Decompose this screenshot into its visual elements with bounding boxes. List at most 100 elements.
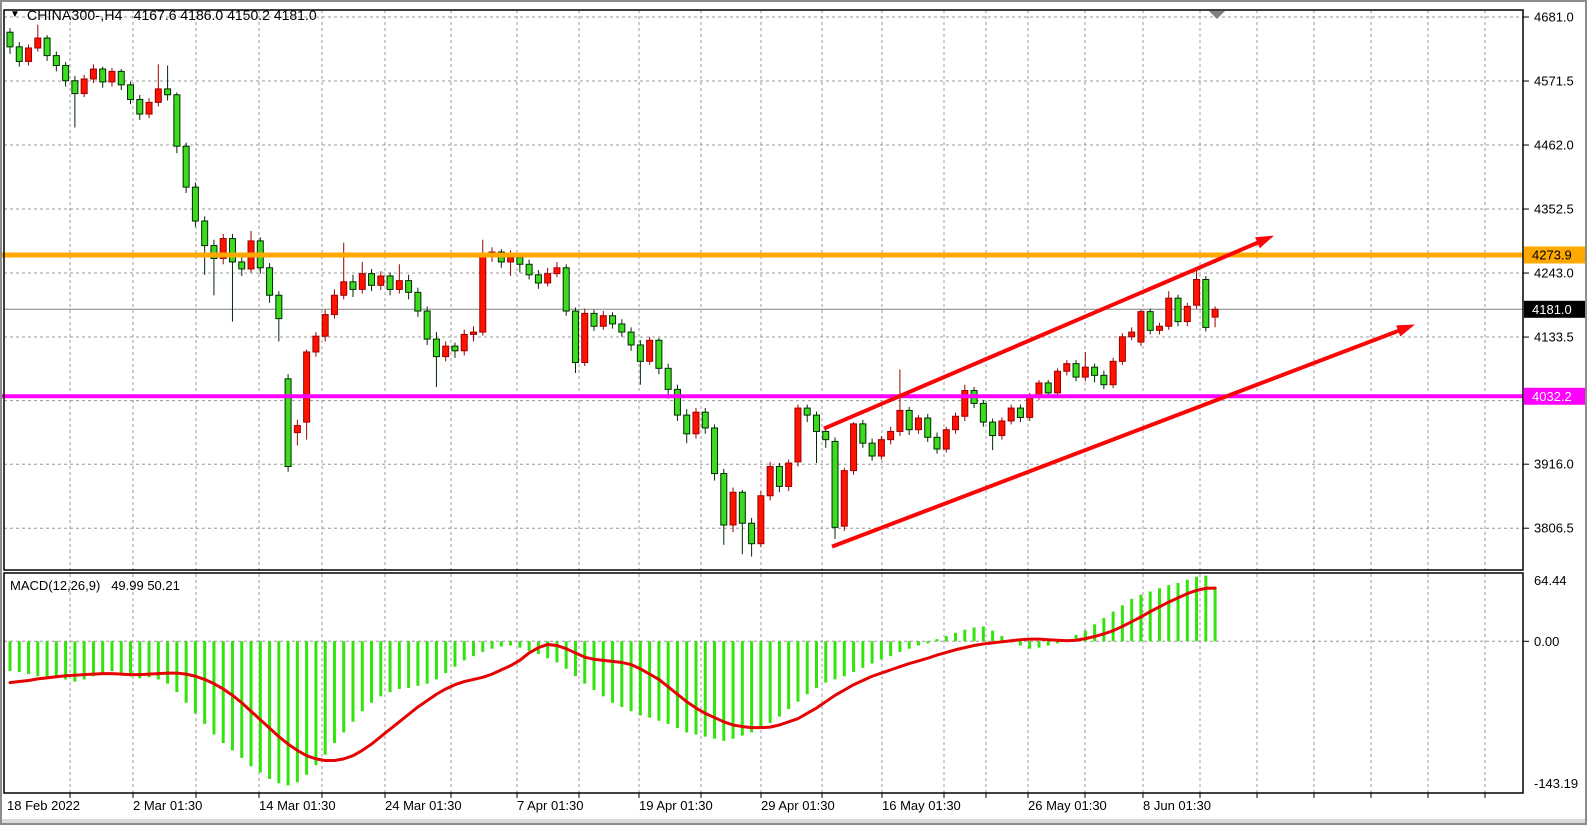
candle-body	[7, 32, 13, 47]
svg-text:0.00: 0.00	[1534, 634, 1559, 649]
svg-text:4352.5: 4352.5	[1534, 202, 1574, 217]
candle-body	[953, 416, 959, 429]
chart-window: 4681.0 4571.5 4462.0 4352.5 4243.0 4133.5 3916…	[0, 0, 1587, 825]
candle-body	[1082, 367, 1088, 377]
svg-text:24 Mar 01:30: 24 Mar 01:30	[385, 798, 462, 813]
candle-body	[693, 412, 699, 434]
candlestick-series	[7, 25, 1218, 557]
symbol-period-label: CHINA300-,H4	[27, 7, 123, 23]
candle-body	[1184, 306, 1190, 321]
candle-body	[304, 352, 310, 422]
candle-body	[610, 316, 616, 324]
resistance-price-label: 4273.9	[1524, 246, 1585, 263]
candle-body	[443, 346, 449, 357]
svg-text:19 Apr 01:30: 19 Apr 01:30	[639, 798, 713, 813]
candle-body	[1008, 408, 1014, 421]
candle-body	[341, 282, 347, 295]
candle-body	[155, 89, 161, 102]
candle-body	[433, 339, 439, 357]
support-price-label: 4032.2	[1524, 388, 1585, 405]
candle-body	[1017, 408, 1023, 417]
candle-body	[322, 315, 328, 337]
candle-body	[795, 408, 801, 462]
candle-body	[804, 408, 810, 415]
svg-text:3916.0: 3916.0	[1534, 457, 1574, 472]
candle-body	[656, 340, 662, 368]
svg-text:4571.5: 4571.5	[1534, 74, 1574, 89]
macd-current-values: 49.99 50.21	[111, 578, 180, 593]
candle-body	[647, 340, 653, 361]
chevron-down-icon[interactable]: ▼	[10, 10, 20, 20]
candle-body	[526, 264, 532, 275]
time-axis[interactable]: 18 Feb 20222 Mar 01:3014 Mar 01:3024 Mar…	[7, 793, 1485, 813]
candle-body	[897, 410, 903, 431]
svg-text:8 Jun 01:30: 8 Jun 01:30	[1143, 798, 1211, 813]
candle-body	[1175, 298, 1181, 321]
candle-body	[44, 38, 50, 56]
svg-text:26 May 01:30: 26 May 01:30	[1028, 798, 1107, 813]
candle-body	[684, 415, 690, 434]
candle-body	[1092, 367, 1098, 375]
candle-body	[1073, 364, 1079, 377]
svg-text:64.44: 64.44	[1534, 573, 1567, 588]
price-axis[interactable]: 4681.0 4571.5 4462.0 4352.5 4243.0 4133.5 3916…	[1523, 10, 1585, 536]
candle-body	[192, 187, 198, 221]
macd-indicator-label: MACD(12,26,9) 49.99 50.21	[10, 578, 180, 593]
candle-body	[406, 281, 412, 293]
candle-body	[471, 332, 477, 334]
candle-body	[72, 81, 78, 94]
candle-body	[387, 276, 393, 289]
candle-body	[1203, 279, 1209, 327]
candle-body	[100, 69, 106, 82]
svg-text:18 Feb 2022: 18 Feb 2022	[7, 798, 80, 813]
svg-text:4133.5: 4133.5	[1534, 330, 1574, 345]
candle-body	[915, 418, 921, 430]
candle-body	[739, 492, 745, 523]
candle-body	[572, 311, 578, 362]
candle-body	[461, 334, 467, 350]
candle-body	[118, 71, 124, 84]
candle-body	[415, 292, 421, 311]
candle-body	[313, 336, 319, 352]
candle-body	[396, 281, 402, 290]
candle-body	[637, 345, 643, 361]
candle-body	[582, 313, 588, 362]
candle-body	[999, 421, 1005, 436]
candle-body	[888, 431, 894, 439]
candle-body	[813, 415, 819, 431]
candle-body	[294, 426, 300, 433]
candle-body	[508, 257, 514, 262]
candle-body	[674, 389, 680, 415]
svg-text:7 Apr 01:30: 7 Apr 01:30	[517, 798, 584, 813]
candle-body	[925, 418, 931, 437]
chart-canvas[interactable]: 4681.0 4571.5 4462.0 4352.5 4243.0 4133.5 3916…	[2, 2, 1587, 825]
svg-text:4462.0: 4462.0	[1534, 138, 1574, 153]
candle-body	[1138, 312, 1144, 342]
candle-body	[183, 146, 189, 187]
candle-body	[749, 523, 755, 543]
svg-text:29 Apr 01:30: 29 Apr 01:30	[761, 798, 835, 813]
candle-body	[350, 282, 356, 290]
candle-body	[786, 463, 792, 486]
svg-text:4681.0: 4681.0	[1534, 10, 1574, 25]
candle-body	[832, 441, 838, 527]
candle-body	[712, 428, 718, 474]
candle-body	[841, 471, 847, 527]
candle-body	[26, 48, 32, 61]
candle-body	[1110, 361, 1116, 384]
candle-body	[359, 274, 365, 290]
trend-arrow-upper[interactable]	[824, 236, 1274, 429]
candle-body	[1194, 279, 1200, 305]
macd-values	[104, 578, 108, 593]
candle-body	[851, 424, 857, 471]
candle-body	[424, 311, 430, 339]
candle-body	[128, 85, 134, 100]
candle-body	[990, 422, 996, 435]
candle-body	[860, 424, 866, 443]
macd-axis[interactable]: 64.440.00-143.19	[1523, 573, 1578, 791]
candle-body	[980, 403, 986, 422]
candle-body	[1045, 383, 1051, 393]
svg-text:4243.0: 4243.0	[1534, 266, 1574, 281]
candle-body	[1101, 375, 1107, 384]
candle-body	[1055, 371, 1061, 393]
